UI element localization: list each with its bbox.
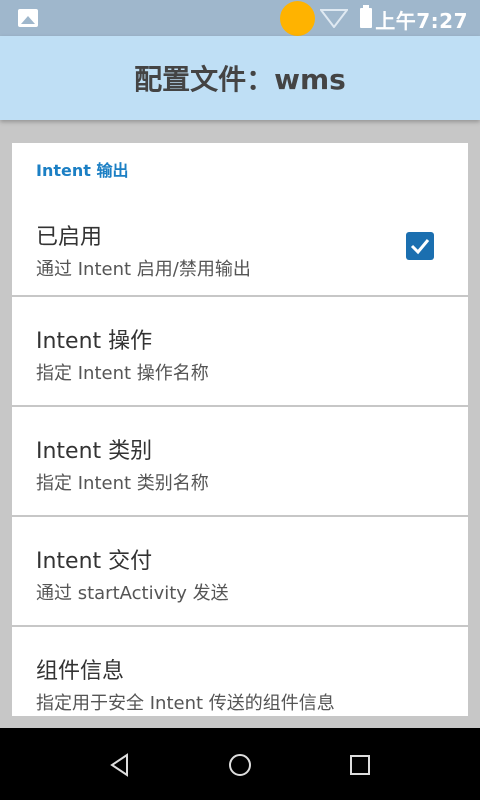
pref-intent-category[interactable]: Intent 类别 指定 Intent 类别名称 <box>12 407 468 515</box>
pref-summary: 通过 startActivity 发送 <box>36 583 229 604</box>
recents-icon[interactable] <box>347 752 373 778</box>
check-icon <box>410 239 430 255</box>
home-icon[interactable] <box>227 752 253 778</box>
pref-intent-action[interactable]: Intent 操作 指定 Intent 操作名称 <box>12 297 468 405</box>
notification-dot <box>280 1 315 36</box>
pref-title: 组件信息 <box>36 659 125 684</box>
section-title: Intent 输出 <box>36 161 129 180</box>
pref-summary: 指定用于安全 Intent 传送的组件信息 <box>36 693 335 714</box>
pref-title: Intent 操作 <box>36 329 153 354</box>
status-time: 上午7:27 <box>375 9 468 33</box>
pref-summary: 指定 Intent 操作名称 <box>36 363 209 384</box>
pref-enabled[interactable]: 已启用 通过 Intent 启用/禁用输出 <box>12 197 468 295</box>
pref-summary: 指定 Intent 类别名称 <box>36 473 209 494</box>
enabled-checkbox[interactable] <box>406 232 434 260</box>
section-header: Intent 输出 <box>12 143 468 197</box>
pref-title: Intent 类别 <box>36 439 153 464</box>
navigation-bar <box>0 728 480 800</box>
page-title: 配置文件：wms <box>134 63 346 96</box>
battery-icon <box>360 5 372 28</box>
app-bar: 配置文件：wms <box>0 36 480 120</box>
pref-intent-delivery[interactable]: Intent 交付 通过 startActivity 发送 <box>12 517 468 625</box>
back-icon[interactable] <box>107 752 133 778</box>
gallery-icon <box>18 9 38 27</box>
pref-component-info[interactable]: 组件信息 指定用于安全 Intent 传送的组件信息 <box>12 627 468 716</box>
pref-title: Intent 交付 <box>36 549 153 574</box>
preferences-list[interactable]: Intent 输出 已启用 通过 Intent 启用/禁用输出 Intent 操… <box>12 143 468 716</box>
status-bar: 上午7:27 <box>0 0 480 36</box>
wifi-icon <box>320 9 348 28</box>
pref-title: 已启用 <box>36 225 103 250</box>
pref-summary: 通过 Intent 启用/禁用输出 <box>36 259 251 280</box>
